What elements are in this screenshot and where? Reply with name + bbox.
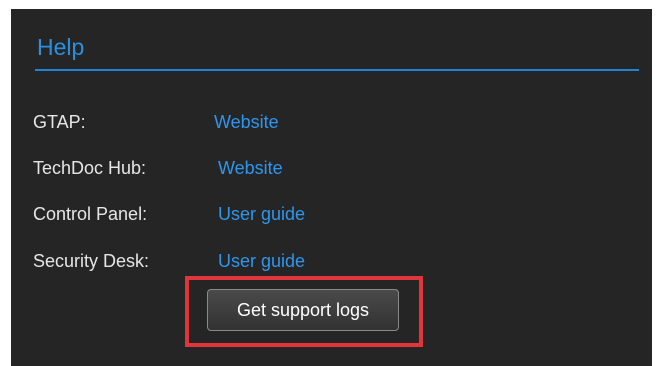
techdoc-hub-label: TechDoc Hub: [33, 158, 147, 178]
control-panel-label: Control Panel: [33, 204, 148, 224]
control-panel-user-guide-link[interactable]: User guide [218, 205, 305, 223]
help-title: Help [37, 34, 85, 60]
techdoc-hub-website-link[interactable]: Website [218, 159, 283, 177]
security-desk-user-guide-link[interactable]: User guide [218, 252, 305, 270]
gtap-label: GTAP: [33, 112, 86, 132]
gtap-website-link[interactable]: Website [214, 113, 279, 131]
title-divider [35, 69, 639, 71]
security-desk-label: Security Desk: [33, 251, 150, 271]
highlight-box [185, 276, 423, 347]
